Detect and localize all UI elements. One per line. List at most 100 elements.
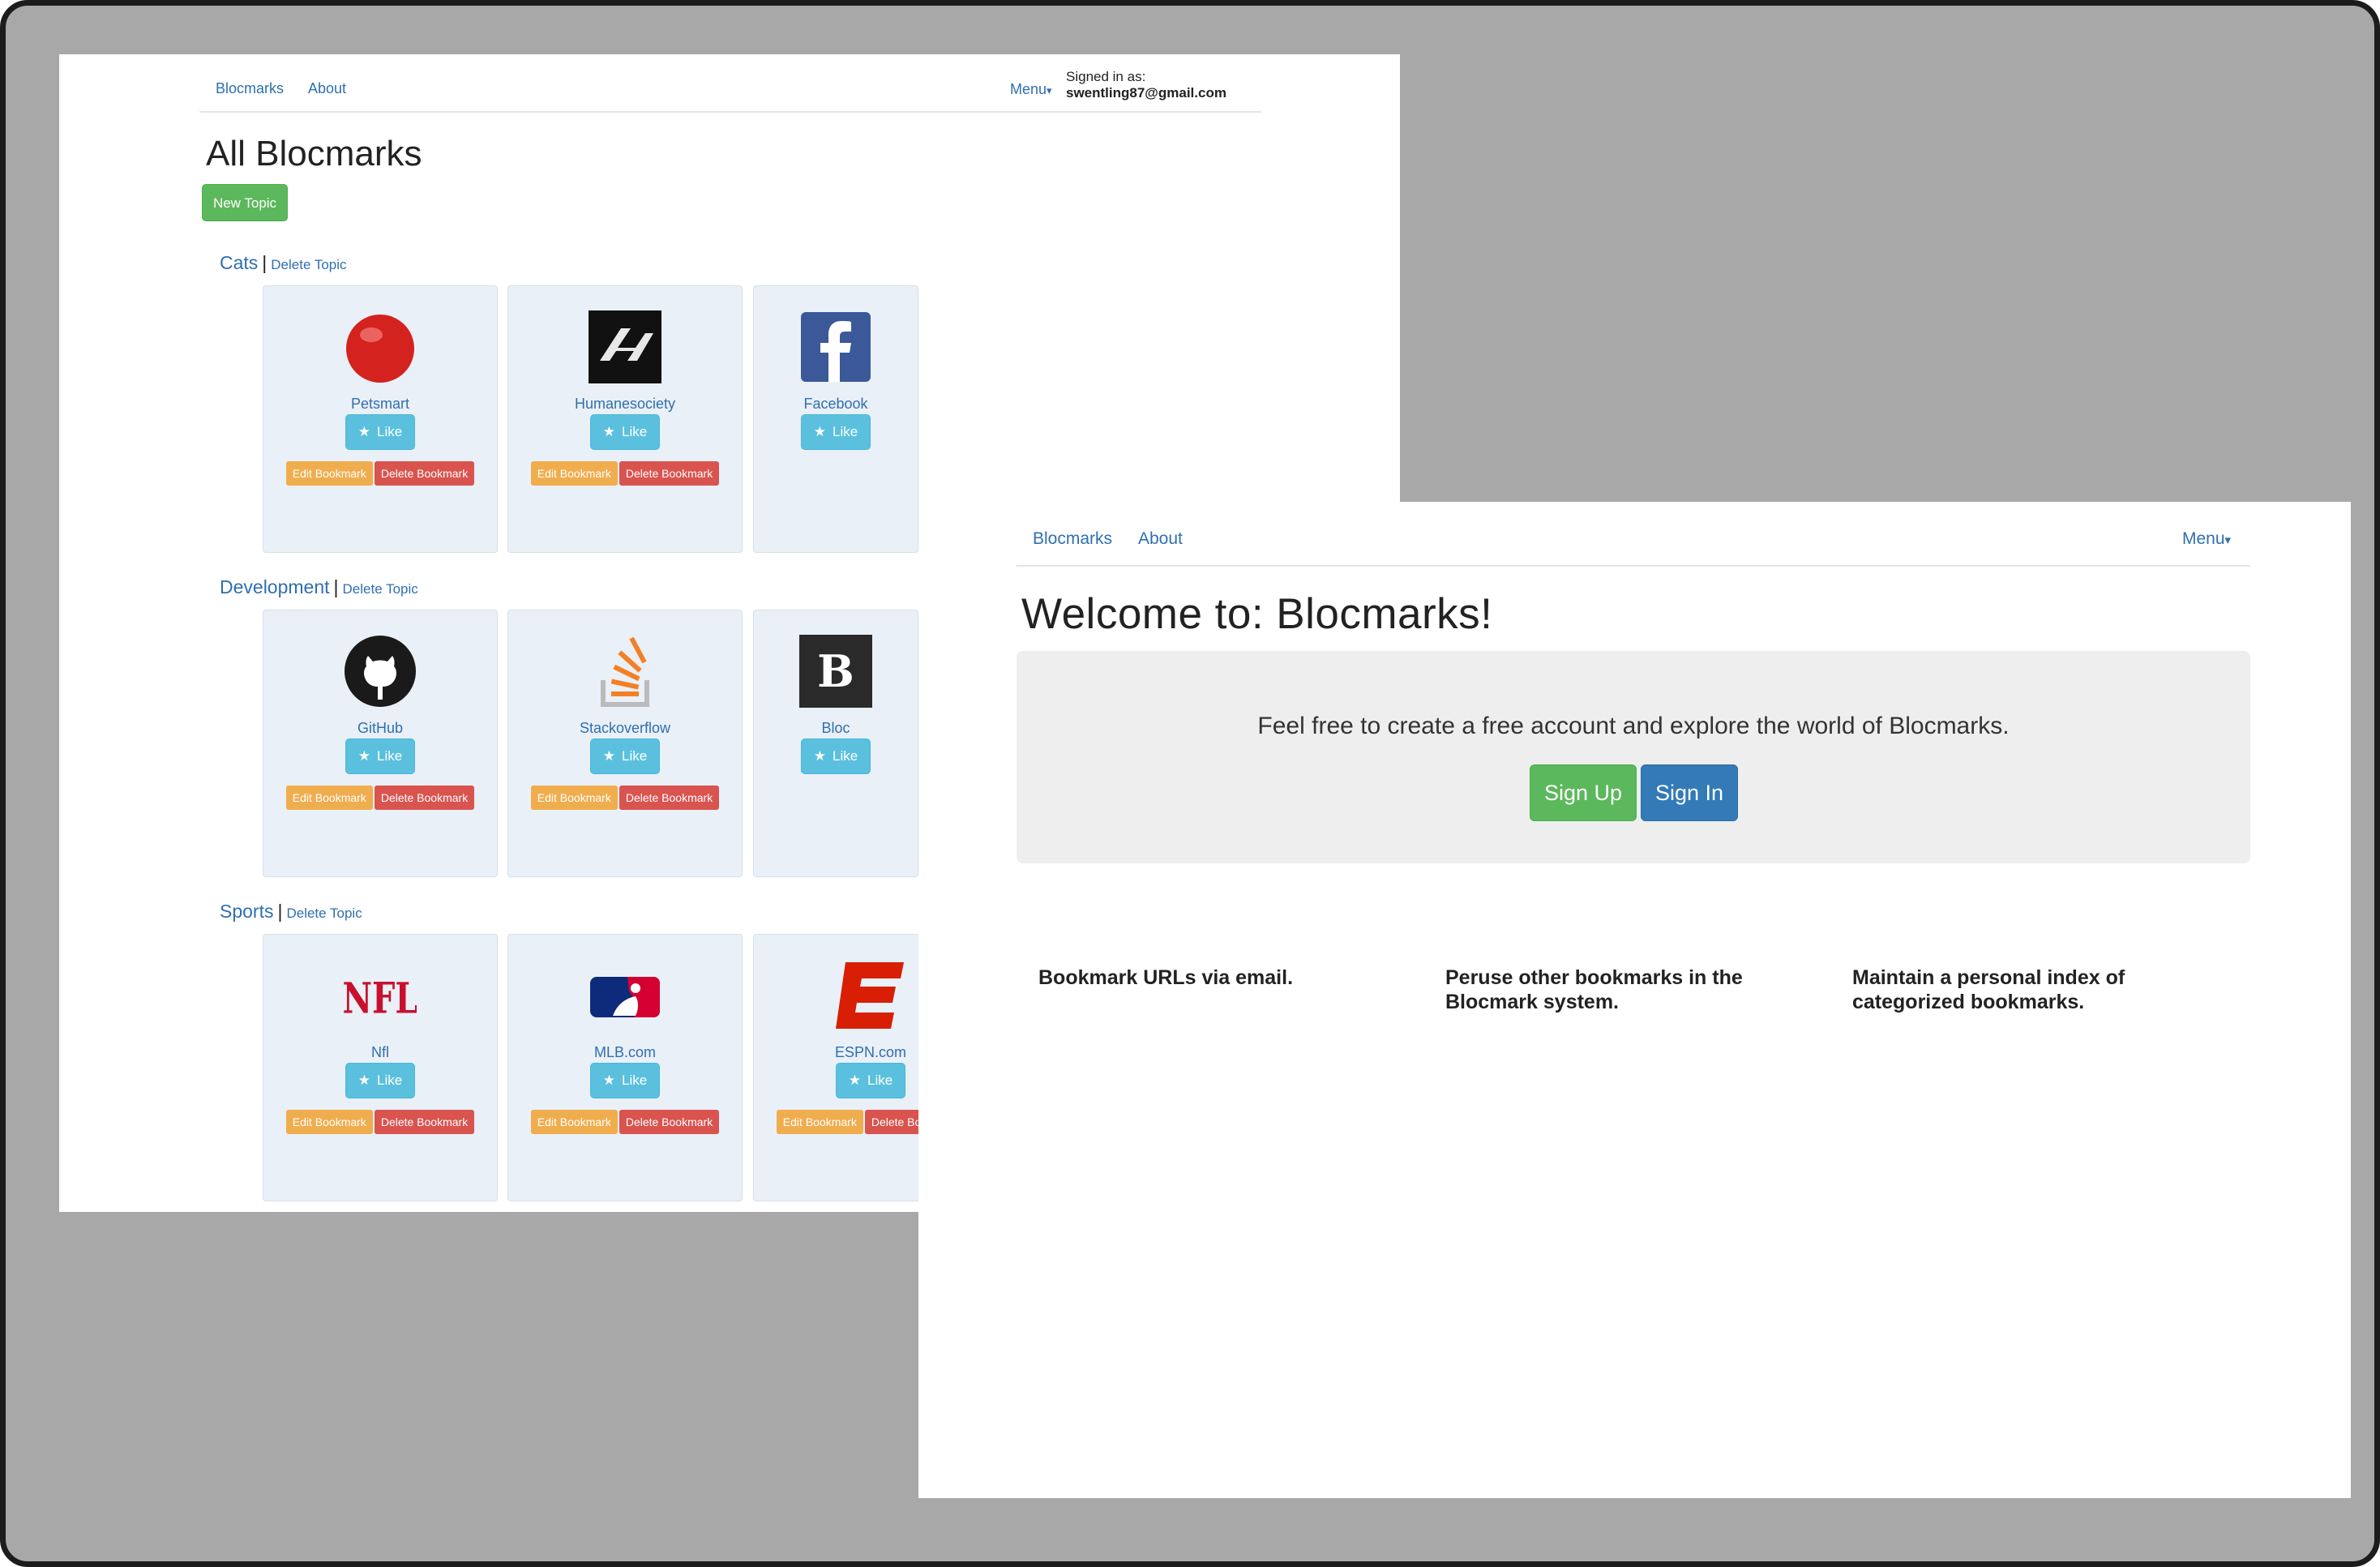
top-navbar: Blocmarks About Menu▾ Signed in as: swen… (199, 54, 1261, 113)
edit-bookmark-button[interactable]: Edit Bookmark (285, 1110, 373, 1134)
like-button[interactable]: ★ Like (590, 1063, 660, 1098)
like-button[interactable]: ★ Like (345, 414, 415, 450)
nav-menu-dropdown[interactable]: Menu▾ (2182, 529, 2231, 549)
star-icon: ★ (813, 748, 827, 764)
delete-bookmark-button[interactable]: Delete Bookmark (619, 461, 720, 486)
topic-header-sports: Sports | Delete Topic (220, 901, 362, 923)
edit-bookmark-button[interactable]: Edit Bookmark (530, 786, 618, 810)
star-icon: ★ (602, 1072, 616, 1088)
like-label: Like (377, 1072, 403, 1088)
nav-brand-link[interactable]: Blocmarks (1033, 529, 1112, 549)
delete-bookmark-button[interactable]: Delete Bookmark (374, 461, 475, 486)
feature-peruse-bookmarks: Peruse other bookmarks in the Blocmark s… (1445, 966, 1743, 1013)
like-button[interactable]: ★ Like (801, 739, 871, 774)
bookmark-card-petsmart: Petsmart ★ Like Edit Bookmark Delete Bookm… (263, 285, 498, 553)
welcome-jumbotron: Feel free to create a free account and e… (1017, 651, 2250, 863)
delete-bookmark-button[interactable]: Delete Bookmark (374, 786, 475, 810)
bookmark-card-nfl: NFL Nfl ★ Like Edit Bookmark Delete Bookma… (263, 934, 498, 1201)
nav-about-link[interactable]: About (1138, 529, 1183, 549)
nav-brand-link[interactable]: Blocmarks (216, 80, 284, 97)
feature-email-bookmarks: Bookmark URLs via email. (1038, 966, 1294, 989)
like-button[interactable]: ★ Like (590, 739, 660, 774)
bookmark-link[interactable]: MLB.com (508, 1044, 742, 1061)
delete-topic-link[interactable]: Delete Topic (343, 581, 418, 597)
topic-separator: | (277, 901, 283, 922)
bookmark-link[interactable]: Facebook (754, 396, 918, 413)
delete-topic-link[interactable]: Delete Topic (286, 906, 362, 921)
bookmark-link[interactable]: Stackoverflow (508, 720, 742, 737)
menu-label: Menu (2182, 529, 2225, 548)
topic-name[interactable]: Development (220, 576, 330, 597)
bookmark-link[interactable]: Petsmart (263, 396, 497, 413)
bookmark-card-stackoverflow: Stackoverflow ★ Like Edit Bookmark Delete … (507, 610, 743, 877)
svg-text:B: B (817, 645, 854, 697)
star-icon: ★ (602, 424, 616, 439)
topic-separator: | (262, 252, 268, 273)
delete-bookmark-button[interactable]: Delete Bookmark (619, 1110, 720, 1134)
page-title: All Blocmarks (206, 134, 422, 173)
bookmark-card-humanesociety: Humanesociety ★ Like Edit Bookmark Delete … (507, 285, 743, 553)
mlb-logo-icon (590, 977, 660, 1017)
like-label: Like (377, 424, 403, 439)
bookmark-card-github: GitHub ★ Like Edit Bookmark Delete Bookmar… (263, 610, 498, 877)
bookmark-actions: Edit Bookmark Delete Bookmark (263, 786, 497, 810)
edit-bookmark-button[interactable]: Edit Bookmark (776, 1110, 863, 1134)
humanesociety-logo-icon (589, 310, 661, 383)
petsmart-logo-icon (346, 315, 414, 383)
github-logo-icon (345, 636, 416, 707)
edit-bookmark-button[interactable]: Edit Bookmark (285, 461, 373, 486)
sign-up-button[interactable]: Sign Up (1530, 764, 1637, 821)
bloc-logo-icon: B (799, 635, 872, 708)
topic-header-cats: Cats | Delete Topic (220, 252, 347, 274)
feature-personal-index: Maintain a personal index of categorized… (1852, 966, 2125, 1013)
star-icon: ★ (357, 424, 371, 439)
bookmark-card-facebook: Facebook ★ Like (753, 285, 918, 553)
like-label: Like (833, 748, 858, 764)
welcome-window: Blocmarks About Menu▾ Welcome to: Blocma… (918, 502, 2351, 1498)
signed-in-label: Signed in as: (1066, 69, 1146, 84)
topic-name[interactable]: Cats (220, 252, 258, 273)
bookmark-card-mlb: MLB.com ★ Like Edit Bookmark Delete Bookma… (507, 934, 743, 1201)
bookmark-link[interactable]: Humanesociety (508, 396, 742, 413)
espn-logo-icon (836, 962, 904, 1029)
topic-header-development: Development | Delete Topic (220, 576, 418, 598)
star-icon: ★ (602, 748, 616, 764)
bookmark-actions: Edit Bookmark Delete Bookmark (263, 461, 497, 486)
signed-in-email: swentling87@gmail.com (1066, 85, 1226, 101)
like-button[interactable]: ★ Like (345, 739, 415, 774)
bookmark-card-bloc: B Bloc ★ Like (753, 610, 918, 877)
sign-in-button[interactable]: Sign In (1641, 764, 1738, 821)
top-navbar: Blocmarks About Menu▾ (1017, 502, 2250, 567)
edit-bookmark-button[interactable]: Edit Bookmark (530, 1110, 618, 1134)
stackoverflow-logo-icon (601, 636, 649, 707)
bookmark-actions: Edit Bookmark Delete Bookmark (508, 1110, 742, 1134)
chevron-down-icon: ▾ (2224, 533, 2232, 547)
page-title: Welcome to: Blocmarks! (1021, 590, 1493, 638)
like-label: Like (622, 1072, 648, 1088)
like-button[interactable]: ★ Like (590, 414, 660, 450)
like-label: Like (867, 1072, 893, 1088)
star-icon: ★ (357, 748, 371, 764)
screenshot-frame: Blocmarks About Menu▾ Signed in as: swen… (0, 0, 2380, 1567)
edit-bookmark-button[interactable]: Edit Bookmark (530, 461, 618, 486)
delete-bookmark-button[interactable]: Delete Bookmark (374, 1110, 475, 1134)
nfl-logo-icon: NFL (344, 973, 417, 1023)
like-button[interactable]: ★ Like (801, 414, 871, 450)
nav-about-link[interactable]: About (308, 80, 346, 97)
delete-bookmark-button[interactable]: Delete Bookmark (619, 786, 720, 810)
like-button[interactable]: ★ Like (836, 1063, 905, 1098)
bookmark-link[interactable]: Nfl (263, 1044, 497, 1061)
signed-in-status: Signed in as: swentling87@gmail.com (1066, 69, 1261, 101)
nav-menu-dropdown[interactable]: Menu▾ (1010, 81, 1052, 98)
new-topic-button[interactable]: New Topic (202, 184, 288, 221)
delete-topic-link[interactable]: Delete Topic (271, 257, 346, 272)
edit-bookmark-button[interactable]: Edit Bookmark (285, 786, 373, 810)
star-icon: ★ (357, 1072, 371, 1088)
like-label: Like (622, 748, 648, 764)
topic-name[interactable]: Sports (220, 901, 273, 922)
star-icon: ★ (813, 424, 827, 439)
bookmark-link[interactable]: GitHub (263, 720, 497, 737)
like-label: Like (622, 424, 648, 439)
like-button[interactable]: ★ Like (345, 1063, 415, 1098)
bookmark-link[interactable]: Bloc (754, 720, 918, 737)
